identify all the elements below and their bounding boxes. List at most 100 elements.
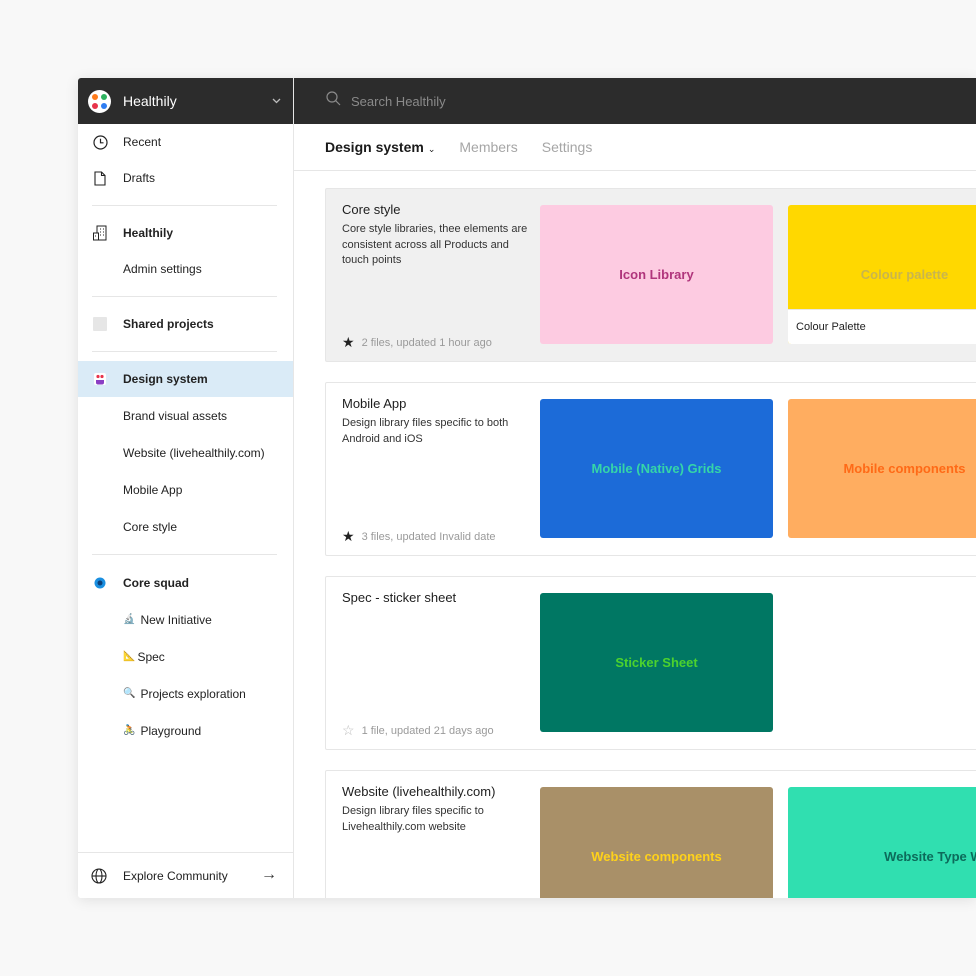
sidebar-item-recent[interactable]: Recent [78,124,293,160]
sidebar: Healthily Recent Drafts Healthily Admin … [78,78,294,898]
star-filled-icon[interactable]: ★ [342,528,355,545]
project-meta: ★ 2 files, updated 1 hour ago [342,334,492,351]
project-tabs: Design system ⌄ Members Settings [294,124,976,171]
thumbnail-label: Sticker Sheet [615,655,698,670]
sidebar-item-shared-projects[interactable]: Shared projects [78,306,293,342]
cyclist-icon: 🚴 [123,725,136,736]
file-thumbnail-mobile-components[interactable]: Mobile components [788,399,976,538]
divider [92,296,277,297]
project-card-website[interactable]: Website (livehealthily.com) Design libra… [325,770,976,898]
explore-community-label: Explore Community [123,868,228,883]
divider [92,554,277,555]
building-icon [92,225,108,241]
project-meta-text: 1 file, updated 21 days ago [361,724,494,737]
sidebar-item-label: Spec [137,649,165,664]
project-card-core-style[interactable]: Core style Core style libraries, thee el… [325,188,976,362]
file-thumbnail-sticker-sheet[interactable]: Sticker Sheet [540,593,773,732]
chevron-down-icon [272,96,281,107]
sidebar-item-brand-visual-assets[interactable]: Brand visual assets [78,397,293,434]
clock-icon [92,134,108,150]
sidebar-item-website[interactable]: Website (livehealthily.com) [78,434,293,471]
project-meta: ★ 3 files, updated Invalid date [342,528,496,545]
microscope-icon: 🔬 [123,614,136,625]
team-logo [88,89,111,113]
sidebar-item-label: Website (livehealthily.com) [123,445,265,460]
search-input[interactable] [351,93,651,109]
star-filled-icon[interactable]: ★ [342,334,355,351]
file-thumbnail-website-type-waterfall[interactable]: Website Type Waterfall [788,787,976,898]
arrow-right-icon: → [261,866,277,883]
project-meta: ☆ 1 file, updated 21 days ago [342,722,494,739]
thumbnail-label: Mobile components [843,461,966,476]
project-card-spec-sticker-sheet[interactable]: Spec - sticker sheet ☆ 1 file, updated 2… [325,576,976,750]
top-bar [294,78,976,124]
tab-label: Design system [325,139,424,155]
sidebar-item-playground[interactable]: 🚴 Playground [78,712,293,749]
sidebar-item-core-squad[interactable]: Core squad [78,564,293,601]
app-window: Healthily Recent Drafts Healthily Admin … [78,78,976,898]
sidebar-item-core-style[interactable]: Core style [78,508,293,545]
team-avatar-icon [92,316,108,332]
globe-icon [91,868,107,887]
sidebar-item-label: Design system [123,372,208,386]
sidebar-item-admin-settings[interactable]: Admin settings [78,251,293,287]
sidebar-item-label: Brand visual assets [123,408,228,423]
tab-settings[interactable]: Settings [542,139,593,155]
file-thumbnail-website-components[interactable]: Website components [540,787,773,898]
sidebar-item-new-initiative[interactable]: 🔬 New Initiative [78,601,293,638]
project-title: Mobile App [342,396,407,411]
sidebar-item-label: Recent [123,135,162,149]
file-thumbnail-colour-palette[interactable]: Colour palette Colour Palette [788,205,976,344]
projects-list: Core style Core style libraries, thee el… [294,172,976,898]
thumbnail-label: Mobile (Native) Grids [591,461,722,476]
thumbnail-label: Icon Library [619,267,694,282]
sidebar-item-label: Drafts [123,171,156,185]
project-title: Core style [342,202,401,217]
sidebar-item-organization[interactable]: Healthily [78,215,293,251]
sidebar-item-spec[interactable]: 📐 Spec [78,638,293,675]
project-card-mobile-app[interactable]: Mobile App Design library files specific… [325,382,976,556]
file-icon [92,170,108,186]
team-name: Healthily [123,93,177,109]
explore-community-link[interactable]: Explore Community → [78,852,293,898]
sidebar-item-label: Mobile App [123,482,183,497]
sidebar-item-label: Playground [140,723,202,738]
star-outline-icon[interactable]: ☆ [342,722,355,739]
sidebar-item-label: Healthily [123,226,174,240]
divider [92,205,277,206]
project-title: Spec - sticker sheet [342,590,457,605]
thumbnail-label: Website components [591,849,722,864]
project-meta-text: 3 files, updated Invalid date [361,530,496,543]
divider [92,351,277,352]
sidebar-item-label: Projects exploration [140,686,246,701]
sidebar-item-label: Core squad [123,575,190,590]
project-description: Design library files specific to Livehea… [342,805,484,833]
sidebar-item-drafts[interactable]: Drafts [78,160,293,196]
sidebar-item-projects-exploration[interactable]: 🔍 Projects exploration [78,675,293,712]
project-meta-text: 2 files, updated 1 hour ago [361,336,492,349]
triangular-ruler-icon: 📐 [123,651,136,662]
design-system-team-icon [92,371,108,387]
project-description: Design library files specific to both An… [342,417,509,445]
sidebar-item-label: New Initiative [140,612,212,627]
file-thumbnail-mobile-grids[interactable]: Mobile (Native) Grids [540,399,773,538]
file-name-bar: Colour Palette [788,309,976,344]
sidebar-item-design-system[interactable]: Design system [78,361,293,397]
search-icon [326,91,341,111]
tab-members[interactable]: Members [459,139,517,155]
sidebar-item-label: Core style [123,519,178,534]
sidebar-item-mobile-app[interactable]: Mobile App [78,471,293,508]
chevron-down-icon: ⌄ [427,144,436,154]
tab-design-system[interactable]: Design system ⌄ [325,139,435,155]
project-title: Website (livehealthily.com) [342,784,496,799]
thumbnail-label: Colour palette [860,267,949,282]
file-thumbnail-icon-library[interactable]: Icon Library [540,205,773,344]
sidebar-item-label: Admin settings [123,262,202,276]
thumbnail-label: Website Type Waterfall [884,849,976,864]
project-description: Core style libraries, thee elements are … [342,223,528,266]
core-squad-team-icon [92,575,108,591]
file-name: Colour Palette [796,321,866,333]
team-switcher[interactable]: Healthily [78,78,293,124]
magnifier-icon: 🔍 [123,688,136,699]
sidebar-item-label: Shared projects [123,317,214,331]
